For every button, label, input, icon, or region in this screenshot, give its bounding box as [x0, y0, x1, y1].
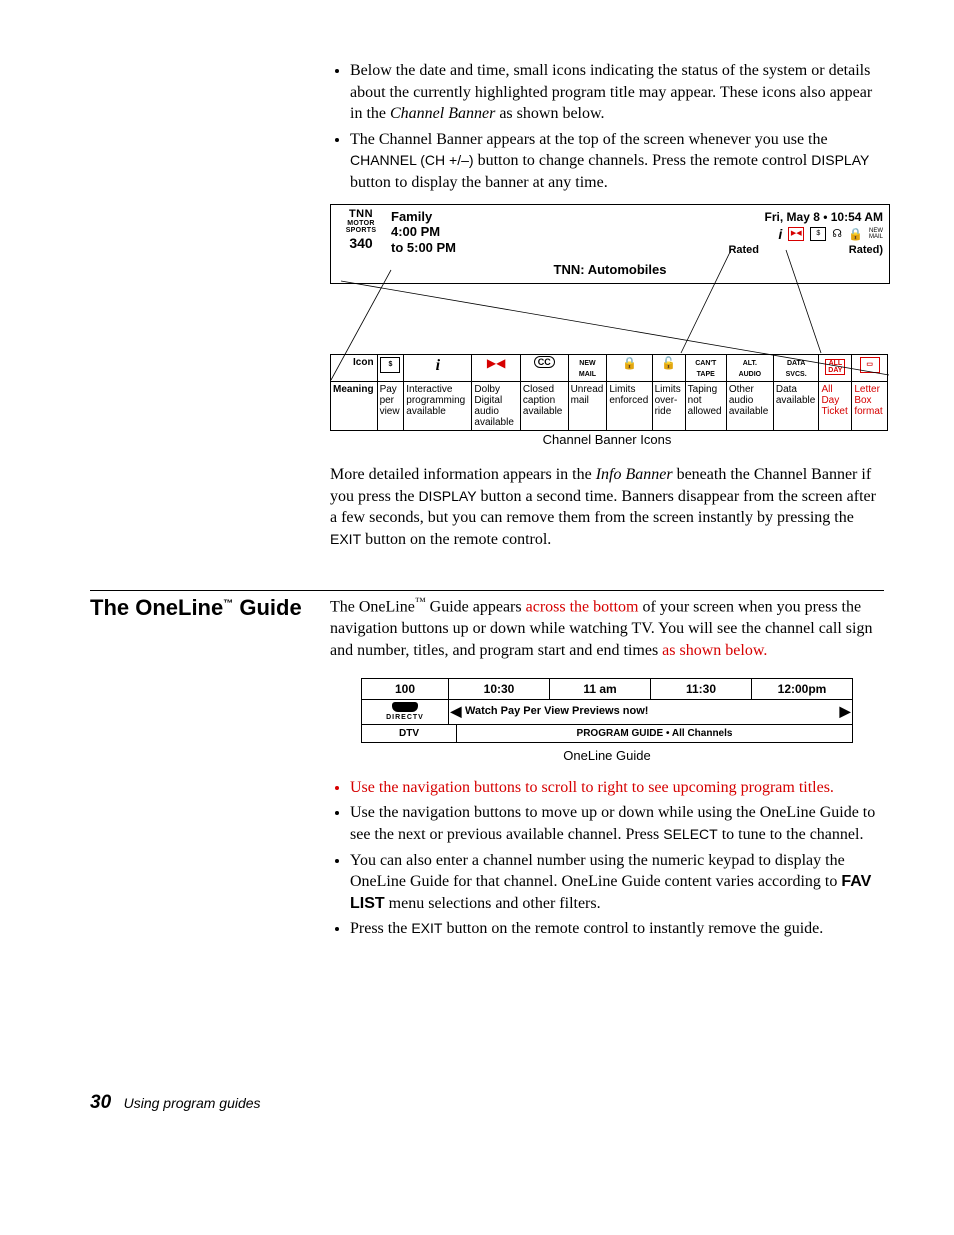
post-banner-paragraph: More detailed information appears in the…	[330, 464, 884, 550]
banner-program-info: Family 4:00 PM to 5:00 PM	[391, 209, 456, 256]
ol-guide-label: PROGRAM GUIDE • All Channels	[457, 725, 852, 743]
meaning-cell: All Day Ticket	[819, 381, 852, 430]
interactive-icon: i	[778, 225, 782, 244]
icon-cell: ALT.AUDIO	[726, 354, 773, 381]
new-mail-icon: NEWMAIL	[869, 228, 883, 240]
intro-bullets: Below the date and time, small icons ind…	[330, 60, 884, 550]
ol-program-title: Watch Pay Per View Previews now!	[463, 704, 838, 719]
oneline-bullet-3: You can also enter a channel number usin…	[350, 850, 884, 915]
icon-cell: 🔒	[607, 354, 652, 381]
ol-callsign: DTV	[362, 725, 457, 743]
meaning-cell: Closed caption available	[520, 381, 568, 430]
icon-cell: ALL DAY	[819, 354, 852, 381]
icon-cell: ▭	[852, 354, 888, 381]
table-header-meaning: Meaning	[331, 381, 378, 430]
oneline-bullets: Use the navigation buttons to scroll to …	[330, 777, 884, 940]
right-arrow-icon: ▶	[838, 702, 852, 721]
icon-cell: NEWMAIL	[568, 354, 607, 381]
icon-cell: i	[404, 354, 472, 381]
cc-icon: ☊	[832, 227, 842, 242]
meaning-cell: Taping not allowed	[685, 381, 726, 430]
meaning-cell: Limits over-ride	[652, 381, 685, 430]
banner-rated-left: Rated	[728, 243, 759, 258]
oneline-intro-paragraph: The OneLine™ Guide appears across the bo…	[330, 595, 884, 661]
page-number: 30	[90, 1092, 111, 1113]
page-footer: 30 Using program guides	[90, 1090, 884, 1116]
banner-program-title: TNN: Automobiles	[554, 261, 667, 279]
banner-status-icons: i ▶◀ $ ☊ 🔒 NEWMAIL	[778, 225, 883, 244]
figure-caption-banner: Channel Banner Icons	[330, 431, 884, 449]
oneline-section: The OneLine™ Guide The OneLine™ Guide ap…	[90, 590, 884, 950]
oneline-bullet-2: Use the navigation buttons to move up or…	[350, 802, 884, 845]
icon-cell: DATASVCS.	[773, 354, 819, 381]
oneline-bullet-1: Use the navigation buttons to scroll to …	[350, 777, 884, 799]
meaning-cell: Dolby Digital audio available	[472, 381, 520, 430]
meaning-cell: Data available	[773, 381, 819, 430]
meaning-cell: Unread mail	[568, 381, 607, 430]
oneline-heading: The OneLine™ Guide	[90, 595, 330, 621]
oneline-bullet-4: Press the EXIT button on the remote cont…	[350, 918, 884, 940]
banner-rated-right: Rated)	[849, 243, 883, 258]
dolby-icon: ▶◀	[788, 227, 804, 241]
figure-caption-oneline: OneLine Guide	[330, 747, 884, 765]
oneline-guide-figure: 100 10:30 11 am 11:30 12:00pm DIRECTV ◀ …	[361, 678, 853, 744]
meaning-cell: Interactive programming available	[404, 381, 472, 430]
meaning-cell: Limits enforced	[607, 381, 652, 430]
icon-cell: $	[377, 354, 404, 381]
meaning-cell: Pay per view	[377, 381, 404, 430]
table-header-icon: Icon	[331, 354, 378, 381]
ol-channel-num: 100	[362, 679, 449, 699]
ppv-icon: $	[810, 227, 826, 241]
channel-banner-icon-table: Icon $i▶◀CCNEWMAIL🔒🔓CAN'TTAPEALT.AUDIODA…	[330, 354, 888, 431]
lock-icon: 🔒	[848, 226, 863, 242]
icon-cell: CC	[520, 354, 568, 381]
banner-datetime: Fri, May 8 • 10:54 AM	[765, 209, 883, 225]
icon-cell: ▶◀	[472, 354, 520, 381]
meaning-cell: Other audio available	[726, 381, 773, 430]
footer-label: Using program guides	[124, 1095, 261, 1111]
banner-channel-logo: TNN MOTOR SPORTS 340	[337, 209, 385, 256]
left-arrow-icon: ◀	[449, 702, 463, 721]
intro-bullet-2: The Channel Banner appears at the top of…	[350, 129, 884, 194]
intro-bullet-1: Below the date and time, small icons ind…	[350, 60, 884, 125]
channel-banner-figure: TNN MOTOR SPORTS 340 Family 4:00 PM to 5…	[330, 204, 884, 449]
icon-cell: CAN'TTAPE	[685, 354, 726, 381]
icon-cell: 🔓	[652, 354, 685, 381]
ol-channel-logo: DIRECTV	[362, 700, 449, 724]
meaning-cell: Letter Box format	[852, 381, 888, 430]
